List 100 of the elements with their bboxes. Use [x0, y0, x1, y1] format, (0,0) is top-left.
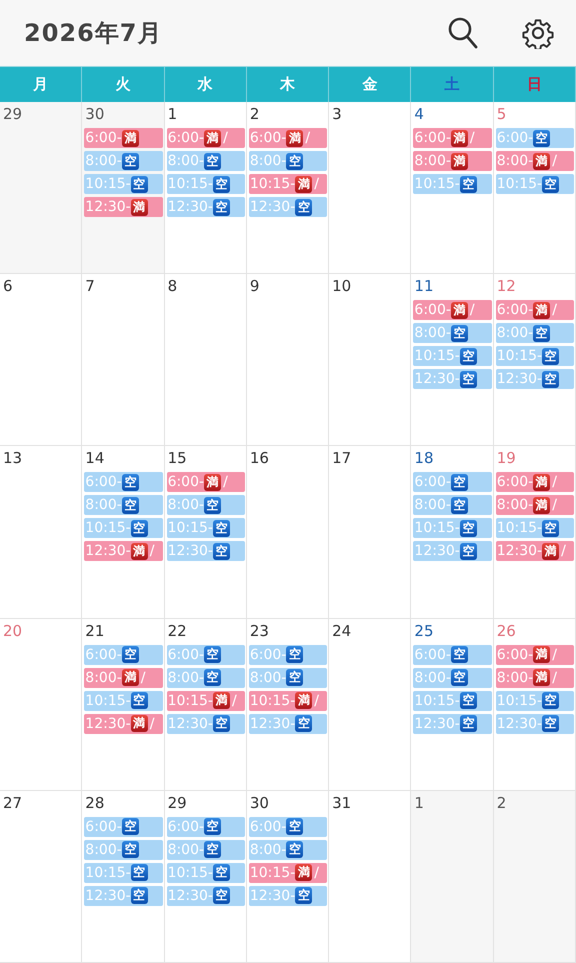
day-cell[interactable]: 5 6:00- 空 8:00- 満 / 10:15- 空: [494, 102, 576, 274]
booking-slot[interactable]: 6:00- 空: [84, 644, 163, 665]
booking-slot[interactable]: 6:00- 満 /: [413, 128, 492, 148]
booking-slot[interactable]: 8:00- 空: [413, 668, 492, 688]
day-cell[interactable]: 12 6:00- 満 / 8:00- 空 10:15- 空 12:30- 空: [494, 274, 576, 446]
day-cell[interactable]: 29 6:00- 空 8:00- 空 10:15- 空 12:30- 空: [164, 790, 247, 963]
booking-slot[interactable]: 8:00- 満 /: [496, 668, 574, 688]
booking-slot[interactable]: 8:00- 満: [413, 151, 492, 171]
booking-slot[interactable]: 10:15- 空: [413, 174, 492, 194]
booking-slot[interactable]: 12:30- 空: [166, 197, 245, 217]
booking-slot[interactable]: 10:15- 空: [496, 346, 574, 366]
booking-slot[interactable]: 6:00- 空: [413, 472, 492, 492]
day-cell[interactable]: 26 6:00- 満 / 8:00- 満 / 10:15- 空 12:30- 空: [494, 618, 576, 791]
booking-slot[interactable]: 12:30- 空: [248, 197, 328, 217]
booking-slot[interactable]: 10:15- 空: [84, 862, 163, 883]
booking-slot[interactable]: 10:15- 空: [413, 518, 492, 538]
booking-slot[interactable]: 12:30- 空: [248, 714, 328, 734]
booking-slot[interactable]: 12:30- 空: [84, 886, 163, 906]
booking-slot[interactable]: 6:00- 満 /: [496, 644, 574, 665]
booking-slot[interactable]: 12:30- 空: [496, 714, 574, 734]
booking-slot[interactable]: 6:00- 空: [166, 816, 245, 837]
booking-slot[interactable]: 8:00- 空: [496, 323, 574, 344]
booking-slot[interactable]: 12:30- 満 /: [84, 541, 163, 562]
booking-slot[interactable]: 6:00- 空: [84, 472, 163, 492]
day-cell[interactable]: 4 6:00- 満 / 8:00- 満 10:15- 空: [411, 102, 494, 274]
booking-slot[interactable]: 12:30- 満 /: [84, 714, 163, 734]
booking-slot[interactable]: 6:00- 空: [248, 816, 328, 837]
booking-slot[interactable]: 8:00- 満 /: [84, 668, 163, 688]
booking-slot[interactable]: 10:15- 空: [496, 518, 574, 538]
day-cell[interactable]: 16: [246, 446, 330, 619]
booking-slot[interactable]: 6:00- 満: [84, 128, 163, 148]
booking-slot[interactable]: 10:15- 空: [166, 518, 245, 538]
booking-slot[interactable]: 12:30- 空: [248, 886, 328, 906]
booking-slot[interactable]: 8:00- 満 /: [496, 495, 574, 516]
booking-slot[interactable]: 6:00- 空: [84, 816, 163, 837]
booking-slot[interactable]: 10:15- 満 /: [166, 690, 245, 711]
booking-slot[interactable]: 10:15- 空: [84, 174, 163, 194]
search-icon[interactable]: [448, 17, 478, 49]
booking-slot[interactable]: 12:30- 満 /: [496, 541, 574, 562]
booking-slot[interactable]: 10:15- 満 /: [248, 690, 328, 711]
booking-slot[interactable]: 10:15- 満 /: [248, 862, 328, 883]
booking-slot[interactable]: 12:30- 空: [413, 714, 492, 734]
booking-slot[interactable]: 10:15- 空: [166, 174, 245, 194]
day-cell[interactable]: 20: [0, 618, 82, 791]
booking-slot[interactable]: 6:00- 空: [166, 644, 245, 665]
booking-slot[interactable]: 12:30- 空: [166, 541, 245, 562]
booking-slot[interactable]: 12:30- 空: [166, 886, 245, 906]
settings-icon[interactable]: [522, 17, 554, 49]
booking-slot[interactable]: 10:15- 満 /: [248, 174, 328, 194]
day-cell[interactable]: 2: [494, 790, 576, 963]
day-cell[interactable]: 18 6:00- 空 8:00- 空 10:15- 空 12:30- 空: [411, 446, 494, 619]
day-cell[interactable]: 10: [329, 274, 412, 446]
day-cell[interactable]: 1 6:00- 満 / 8:00- 空 10:15- 空 12:30- 空: [164, 102, 247, 274]
booking-slot[interactable]: 12:30- 空: [413, 541, 492, 562]
booking-slot[interactable]: 8:00- 空: [166, 840, 245, 860]
day-cell[interactable]: 30 6:00- 満 8:00- 空 10:15- 空 12:30- 満: [82, 102, 165, 274]
booking-slot[interactable]: 6:00- 満 /: [496, 300, 574, 320]
day-cell[interactable]: 23 6:00- 空 8:00- 空 10:15- 満 / 12:30- 空: [246, 618, 330, 791]
booking-slot[interactable]: 10:15- 空: [413, 346, 492, 366]
booking-slot[interactable]: 8:00- 空: [413, 495, 492, 516]
day-cell[interactable]: 27: [0, 790, 82, 963]
booking-slot[interactable]: 10:15- 空: [84, 518, 163, 538]
day-cell[interactable]: 28 6:00- 空 8:00- 空 10:15- 空 12:30- 空: [82, 790, 165, 963]
booking-slot[interactable]: 12:30- 空: [166, 714, 245, 734]
day-cell[interactable]: 17: [329, 446, 412, 619]
day-cell[interactable]: 22 6:00- 空 8:00- 空 10:15- 満 / 12:30- 空: [164, 618, 247, 791]
booking-slot[interactable]: 12:30- 空: [496, 369, 574, 390]
day-cell[interactable]: 14 6:00- 空 8:00- 空 10:15- 空 12:30- 満 /: [82, 446, 165, 619]
booking-slot[interactable]: 6:00- 満 /: [166, 128, 245, 148]
booking-slot[interactable]: 8:00- 満 /: [496, 151, 574, 171]
day-cell[interactable]: 15 6:00- 満 / 8:00- 空 10:15- 空 12:30- 空: [164, 446, 247, 619]
day-cell[interactable]: 21 6:00- 空 8:00- 満 / 10:15- 空 12:30- 満 /: [82, 618, 165, 791]
booking-slot[interactable]: 12:30- 満: [84, 197, 163, 217]
booking-slot[interactable]: 6:00- 満 /: [496, 472, 574, 492]
booking-slot[interactable]: 8:00- 空: [248, 840, 328, 860]
booking-slot[interactable]: 6:00- 満 /: [413, 300, 492, 320]
day-cell[interactable]: 1: [411, 790, 494, 963]
booking-slot[interactable]: 8:00- 空: [84, 151, 163, 171]
day-cell[interactable]: 29: [0, 102, 82, 274]
day-cell[interactable]: 7: [82, 274, 165, 446]
booking-slot[interactable]: 10:15- 空: [166, 862, 245, 883]
day-cell[interactable]: 30 6:00- 空 8:00- 空 10:15- 満 / 12:30- 空: [246, 790, 330, 963]
booking-slot[interactable]: 8:00- 空: [166, 495, 245, 516]
day-cell[interactable]: 25 6:00- 空 8:00- 空 10:15- 空 12:30- 空: [411, 618, 494, 791]
booking-slot[interactable]: 10:15- 空: [413, 690, 492, 711]
booking-slot[interactable]: 10:15- 空: [496, 174, 574, 194]
booking-slot[interactable]: 6:00- 満 /: [248, 128, 328, 148]
booking-slot[interactable]: 6:00- 満 /: [166, 472, 245, 492]
booking-slot[interactable]: 8:00- 空: [84, 840, 163, 860]
day-cell[interactable]: 13: [0, 446, 82, 619]
booking-slot[interactable]: 10:15- 空: [84, 690, 163, 711]
booking-slot[interactable]: 12:30- 空: [413, 369, 492, 390]
day-cell[interactable]: 11 6:00- 満 / 8:00- 空 10:15- 空 12:30- 空: [411, 274, 494, 446]
day-cell[interactable]: 19 6:00- 満 / 8:00- 満 / 10:15- 空 12:30- 満 /: [494, 446, 576, 619]
booking-slot[interactable]: 8:00- 空: [166, 151, 245, 171]
booking-slot[interactable]: 6:00- 空: [248, 644, 328, 665]
booking-slot[interactable]: 8:00- 空: [413, 323, 492, 344]
day-cell[interactable]: 2 6:00- 満 / 8:00- 空 10:15- 満 / 12:30- 空: [246, 102, 330, 274]
day-cell[interactable]: 9: [246, 274, 330, 446]
booking-slot[interactable]: 8:00- 空: [166, 668, 245, 688]
